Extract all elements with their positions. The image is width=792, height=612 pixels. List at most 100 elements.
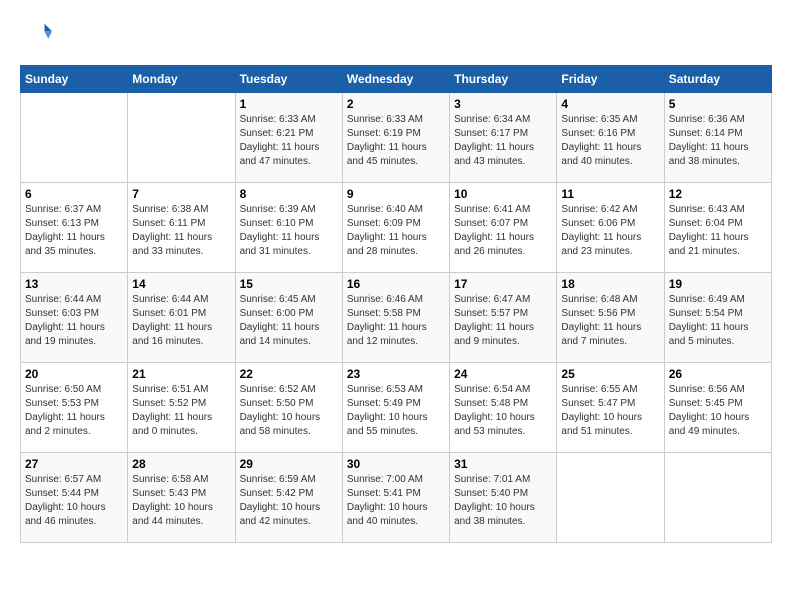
calendar-cell: 15 Sunrise: 6:45 AMSunset: 6:00 PMDayligh…	[235, 273, 342, 363]
day-number: 24	[454, 367, 552, 381]
day-number: 15	[240, 277, 338, 291]
day-number: 10	[454, 187, 552, 201]
logo	[20, 20, 52, 55]
day-info: Sunrise: 6:56 AMSunset: 5:45 PMDaylight:…	[669, 383, 767, 439]
weekday-header-friday: Friday	[557, 66, 664, 93]
weekday-header-saturday: Saturday	[664, 66, 771, 93]
day-info: Sunrise: 6:48 AMSunset: 5:56 PMDaylight:…	[561, 293, 659, 349]
day-number: 31	[454, 457, 552, 471]
day-info: Sunrise: 6:41 AMSunset: 6:07 PMDaylight:…	[454, 203, 552, 259]
day-number: 12	[669, 187, 767, 201]
day-number: 18	[561, 277, 659, 291]
weekday-header-tuesday: Tuesday	[235, 66, 342, 93]
day-info: Sunrise: 7:00 AMSunset: 5:41 PMDaylight:…	[347, 473, 445, 529]
day-info: Sunrise: 6:55 AMSunset: 5:47 PMDaylight:…	[561, 383, 659, 439]
day-info: Sunrise: 6:38 AMSunset: 6:11 PMDaylight:…	[132, 203, 230, 259]
calendar-cell: 1 Sunrise: 6:33 AMSunset: 6:21 PMDaylight…	[235, 93, 342, 183]
calendar-cell: 7 Sunrise: 6:38 AMSunset: 6:11 PMDaylight…	[128, 183, 235, 273]
day-info: Sunrise: 6:33 AMSunset: 6:19 PMDaylight:…	[347, 113, 445, 169]
calendar-cell: 20 Sunrise: 6:50 AMSunset: 5:53 PMDayligh…	[21, 363, 128, 453]
calendar-cell: 9 Sunrise: 6:40 AMSunset: 6:09 PMDaylight…	[342, 183, 449, 273]
calendar-cell: 14 Sunrise: 6:44 AMSunset: 6:01 PMDayligh…	[128, 273, 235, 363]
day-number: 22	[240, 367, 338, 381]
day-info: Sunrise: 6:49 AMSunset: 5:54 PMDaylight:…	[669, 293, 767, 349]
calendar-cell: 8 Sunrise: 6:39 AMSunset: 6:10 PMDaylight…	[235, 183, 342, 273]
day-number: 25	[561, 367, 659, 381]
day-info: Sunrise: 6:50 AMSunset: 5:53 PMDaylight:…	[25, 383, 123, 439]
day-info: Sunrise: 6:37 AMSunset: 6:13 PMDaylight:…	[25, 203, 123, 259]
day-number: 19	[669, 277, 767, 291]
calendar-cell: 3Sunrise: 6:34 AMSunset: 6:17 PMDaylight…	[450, 93, 557, 183]
day-number: 29	[240, 457, 338, 471]
calendar-cell: 17 Sunrise: 6:47 AMSunset: 5:57 PMDayligh…	[450, 273, 557, 363]
day-info: Sunrise: 6:44 AMSunset: 6:01 PMDaylight:…	[132, 293, 230, 349]
calendar-cell: 2 Sunrise: 6:33 AMSunset: 6:19 PMDaylight…	[342, 93, 449, 183]
weekday-header-thursday: Thursday	[450, 66, 557, 93]
day-number: 14	[132, 277, 230, 291]
day-info: Sunrise: 6:33 AMSunset: 6:21 PMDaylight:…	[240, 113, 338, 169]
calendar-cell: 12Sunrise: 6:43 AMSunset: 6:04 PMDayligh…	[664, 183, 771, 273]
day-info: Sunrise: 6:45 AMSunset: 6:00 PMDaylight:…	[240, 293, 338, 349]
day-number: 30	[347, 457, 445, 471]
day-number: 21	[132, 367, 230, 381]
weekday-header-row: SundayMondayTuesdayWednesdayThursdayFrid…	[21, 66, 772, 93]
day-info: Sunrise: 6:47 AMSunset: 5:57 PMDaylight:…	[454, 293, 552, 349]
day-number: 3	[454, 97, 552, 111]
day-number: 7	[132, 187, 230, 201]
calendar-cell	[557, 453, 664, 543]
calendar-cell: 10 Sunrise: 6:41 AMSunset: 6:07 PMDayligh…	[450, 183, 557, 273]
day-number: 13	[25, 277, 123, 291]
day-number: 1	[240, 97, 338, 111]
calendar-cell	[21, 93, 128, 183]
calendar-cell	[664, 453, 771, 543]
calendar-cell: 24Sunrise: 6:54 AMSunset: 5:48 PMDayligh…	[450, 363, 557, 453]
day-number: 17	[454, 277, 552, 291]
calendar-cell: 13 Sunrise: 6:44 AMSunset: 6:03 PMDayligh…	[21, 273, 128, 363]
calendar-body: 1 Sunrise: 6:33 AMSunset: 6:21 PMDaylight…	[21, 93, 772, 543]
calendar-cell: 11 Sunrise: 6:42 AMSunset: 6:06 PMDayligh…	[557, 183, 664, 273]
calendar-cell: 27 Sunrise: 6:57 AMSunset: 5:44 PMDayligh…	[21, 453, 128, 543]
day-number: 28	[132, 457, 230, 471]
day-info: Sunrise: 6:53 AMSunset: 5:49 PMDaylight:…	[347, 383, 445, 439]
day-number: 2	[347, 97, 445, 111]
weekday-header-sunday: Sunday	[21, 66, 128, 93]
day-number: 6	[25, 187, 123, 201]
day-number: 16	[347, 277, 445, 291]
week-row-5: 27 Sunrise: 6:57 AMSunset: 5:44 PMDayligh…	[21, 453, 772, 543]
day-info: Sunrise: 6:35 AMSunset: 6:16 PMDaylight:…	[561, 113, 659, 169]
day-info: Sunrise: 6:44 AMSunset: 6:03 PMDaylight:…	[25, 293, 123, 349]
day-number: 4	[561, 97, 659, 111]
day-number: 26	[669, 367, 767, 381]
day-number: 9	[347, 187, 445, 201]
calendar-cell: 22 Sunrise: 6:52 AMSunset: 5:50 PMDayligh…	[235, 363, 342, 453]
day-number: 27	[25, 457, 123, 471]
week-row-1: 1 Sunrise: 6:33 AMSunset: 6:21 PMDaylight…	[21, 93, 772, 183]
day-number: 20	[25, 367, 123, 381]
calendar-cell: 6 Sunrise: 6:37 AMSunset: 6:13 PMDaylight…	[21, 183, 128, 273]
calendar-cell: 5Sunrise: 6:36 AMSunset: 6:14 PMDaylight…	[664, 93, 771, 183]
day-info: Sunrise: 6:39 AMSunset: 6:10 PMDaylight:…	[240, 203, 338, 259]
day-info: Sunrise: 7:01 AMSunset: 5:40 PMDaylight:…	[454, 473, 552, 529]
calendar-cell: 31 Sunrise: 7:01 AMSunset: 5:40 PMDayligh…	[450, 453, 557, 543]
calendar-cell	[128, 93, 235, 183]
calendar-table: SundayMondayTuesdayWednesdayThursdayFrid…	[20, 65, 772, 543]
day-info: Sunrise: 6:59 AMSunset: 5:42 PMDaylight:…	[240, 473, 338, 529]
calendar-cell: 19 Sunrise: 6:49 AMSunset: 5:54 PMDayligh…	[664, 273, 771, 363]
day-number: 8	[240, 187, 338, 201]
day-info: Sunrise: 6:57 AMSunset: 5:44 PMDaylight:…	[25, 473, 123, 529]
day-number: 11	[561, 187, 659, 201]
calendar-cell: 21Sunrise: 6:51 AMSunset: 5:52 PMDayligh…	[128, 363, 235, 453]
weekday-header-monday: Monday	[128, 66, 235, 93]
day-info: Sunrise: 6:52 AMSunset: 5:50 PMDaylight:…	[240, 383, 338, 439]
week-row-2: 6 Sunrise: 6:37 AMSunset: 6:13 PMDaylight…	[21, 183, 772, 273]
day-info: Sunrise: 6:40 AMSunset: 6:09 PMDaylight:…	[347, 203, 445, 259]
day-info: Sunrise: 6:42 AMSunset: 6:06 PMDaylight:…	[561, 203, 659, 259]
day-number: 23	[347, 367, 445, 381]
calendar-cell: 28Sunrise: 6:58 AMSunset: 5:43 PMDayligh…	[128, 453, 235, 543]
calendar-cell: 30 Sunrise: 7:00 AMSunset: 5:41 PMDayligh…	[342, 453, 449, 543]
calendar-cell: 29 Sunrise: 6:59 AMSunset: 5:42 PMDayligh…	[235, 453, 342, 543]
week-row-4: 20 Sunrise: 6:50 AMSunset: 5:53 PMDayligh…	[21, 363, 772, 453]
calendar-cell: 23 Sunrise: 6:53 AMSunset: 5:49 PMDayligh…	[342, 363, 449, 453]
logo-icon	[22, 20, 52, 50]
week-row-3: 13 Sunrise: 6:44 AMSunset: 6:03 PMDayligh…	[21, 273, 772, 363]
